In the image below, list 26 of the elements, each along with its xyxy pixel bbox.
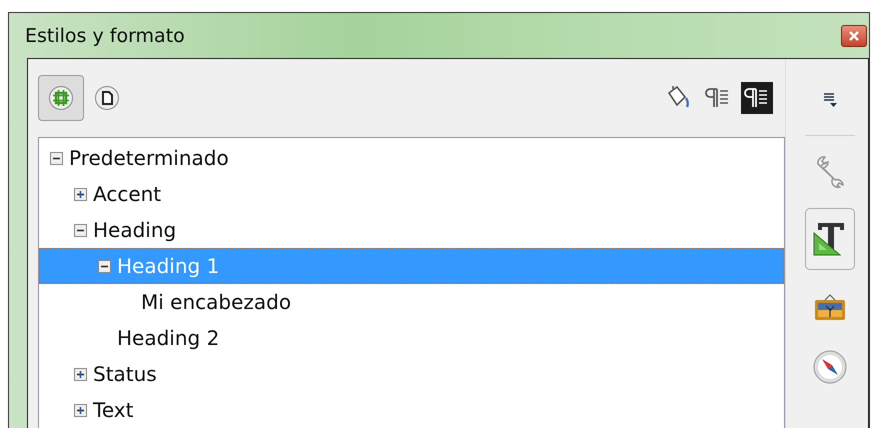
tree-item[interactable]: Predeterminado (39, 140, 784, 176)
menu-icon (822, 92, 838, 108)
paragraph-icon (744, 86, 770, 110)
tree-item[interactable]: Heading 2 (39, 320, 784, 356)
collapse-icon[interactable] (98, 260, 111, 272)
expand-icon[interactable] (74, 188, 87, 200)
compass-icon (812, 349, 848, 385)
tree-item[interactable]: Text (39, 392, 784, 428)
close-button[interactable] (841, 24, 867, 46)
expand-icon[interactable] (74, 404, 87, 416)
close-icon (848, 30, 860, 42)
collapse-icon[interactable] (74, 224, 87, 236)
tree-item[interactable]: Status (39, 356, 784, 392)
framed-picture-icon (813, 292, 847, 322)
tree-item[interactable]: Mi encabezado (39, 284, 784, 320)
tree-item[interactable]: Heading (39, 212, 784, 248)
frame-icon (48, 85, 74, 111)
window-title: Estilos y formato (25, 24, 185, 46)
page-icon (94, 85, 120, 111)
expand-icon[interactable] (74, 368, 87, 380)
styles-button[interactable] (805, 208, 855, 270)
frame-styles-button[interactable] (38, 75, 84, 121)
update-style-button[interactable] (741, 82, 773, 114)
paragraph-icon (705, 86, 731, 110)
collapse-icon[interactable] (50, 152, 63, 164)
tree-item[interactable]: Accent (39, 176, 784, 212)
